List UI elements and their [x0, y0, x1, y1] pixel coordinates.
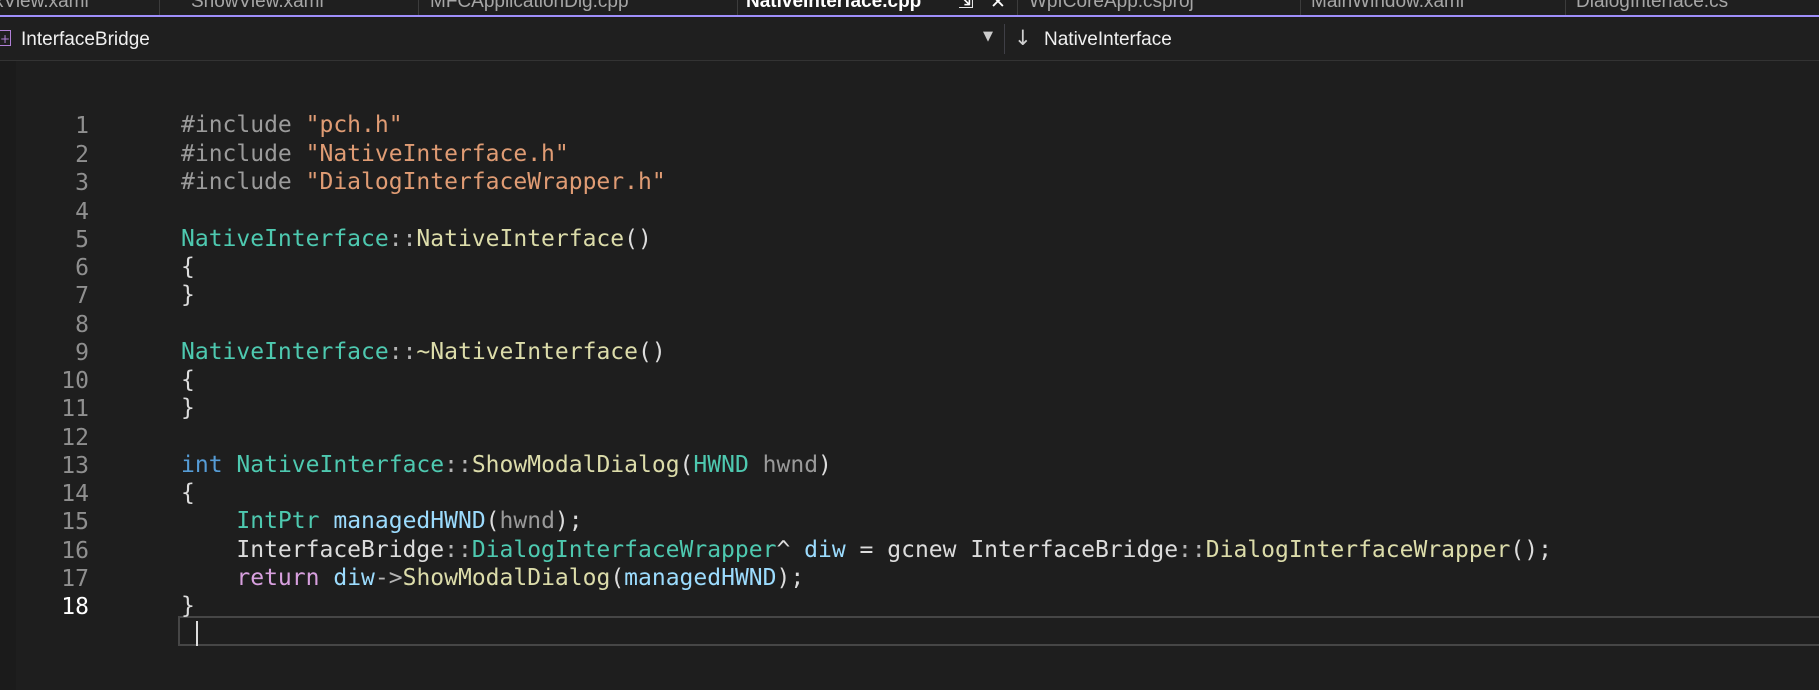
pin-icon[interactable]: ⇲	[958, 0, 974, 13]
line-number: 12	[61, 425, 89, 451]
code-text: #include "DialogInterfaceWrapper.h"	[181, 169, 666, 195]
code-line[interactable]: 3 #include "DialogInterfaceWrapper.h"	[0, 167, 1819, 199]
line-number: 14	[61, 481, 89, 507]
line-number: 16	[61, 538, 89, 564]
code-text: InterfaceBridge::DialogInterfaceWrapper^…	[181, 537, 1552, 563]
line-number: 9	[75, 340, 89, 366]
member-dropdown[interactable]: ↓ NativeInterface	[1008, 18, 1708, 60]
line-number: 18	[61, 594, 89, 620]
cpp-project-icon: +	[0, 30, 11, 46]
project-dropdown-label: InterfaceBridge	[21, 29, 150, 50]
line-number: 1	[75, 113, 89, 139]
code-text: IntPtr managedHWND(hwnd);	[236, 508, 583, 534]
code-editor[interactable]: 1 #include "pch.h" 2 #include "NativeInterf…	[0, 61, 1819, 690]
line-number: 7	[75, 283, 89, 309]
code-text: }	[181, 395, 195, 421]
code-text: #include "pch.h"	[181, 112, 403, 138]
line-number: 13	[61, 453, 89, 479]
code-text: NativeInterface::NativeInterface()	[181, 226, 652, 252]
code-line[interactable]: 11}	[0, 393, 1819, 425]
code-text: #include "NativeInterface.h"	[181, 141, 569, 167]
chevron-down-icon[interactable]: ▼	[983, 29, 993, 44]
line-number: 4	[75, 199, 89, 225]
project-dropdown[interactable]: + InterfaceBridge ▼	[0, 18, 1000, 60]
line-number: 5	[75, 227, 89, 253]
code-line[interactable]: 18}	[0, 591, 1819, 623]
line-number: 2	[75, 142, 89, 168]
line-number: 6	[75, 255, 89, 281]
code-line[interactable]: 1 #include "pch.h"	[0, 110, 1819, 142]
code-text: }	[181, 593, 195, 619]
line-number: 3	[75, 170, 89, 196]
code-text: {	[181, 254, 195, 280]
code-text: }	[181, 282, 195, 308]
member-dropdown-label: NativeInterface	[1044, 29, 1172, 50]
line-number: 15	[61, 509, 89, 535]
close-icon[interactable]: ✕	[990, 0, 1006, 13]
code-text: {	[181, 367, 195, 393]
code-text: {	[181, 480, 195, 506]
code-line[interactable]: 15 IntPtr managedHWND(hwnd);	[0, 506, 1819, 538]
line-number: 10	[61, 368, 89, 394]
document-tab-strip: xView.xaml ShowView.xaml MFCApplicationD…	[0, 0, 1819, 17]
arrow-down-icon: ↓	[1014, 26, 1032, 50]
active-tab-accent	[0, 15, 1819, 17]
code-text: int NativeInterface::ShowModalDialog(HWN…	[181, 452, 832, 478]
code-text: return diw->ShowModalDialog(managedHWND)…	[236, 565, 805, 591]
text-caret	[196, 621, 198, 646]
navbar-divider	[1004, 24, 1005, 54]
line-number: 11	[61, 396, 89, 422]
code-text: NativeInterface::~NativeInterface()	[181, 339, 666, 365]
line-number: 8	[75, 312, 89, 338]
code-line[interactable]: 7}	[0, 280, 1819, 312]
line-number: 17	[61, 566, 89, 592]
navigation-bar: + InterfaceBridge ▼ ↓ NativeInterface	[0, 18, 1819, 61]
